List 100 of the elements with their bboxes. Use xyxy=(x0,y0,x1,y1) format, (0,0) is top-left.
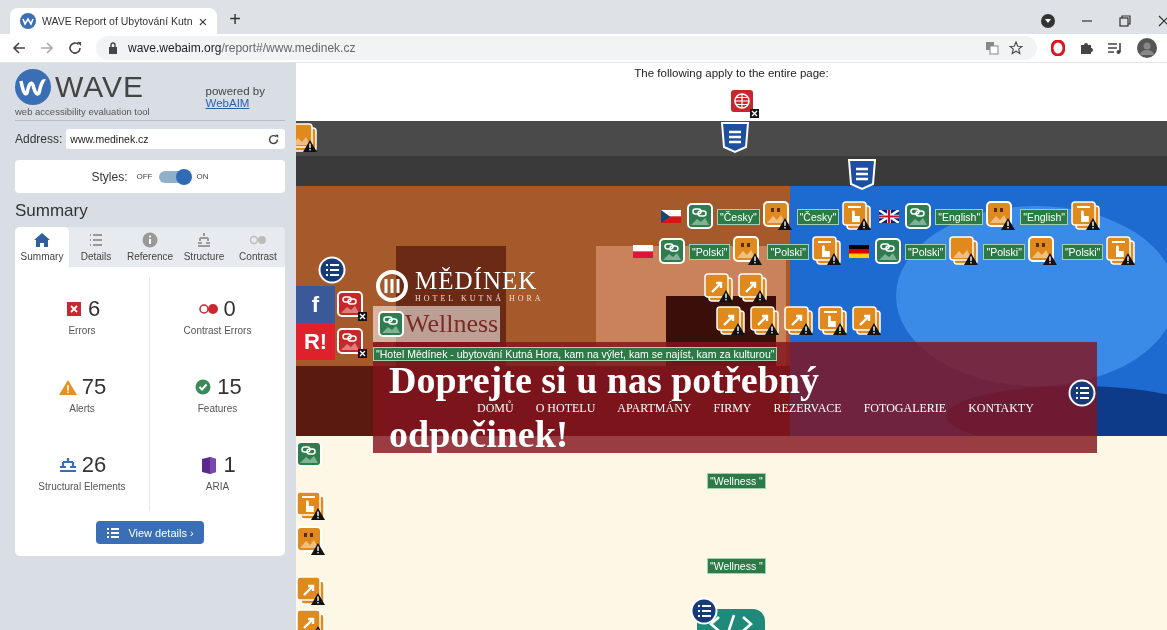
panel-tab[interactable]: Details xyxy=(69,227,123,267)
wave-logo-text: WAVE xyxy=(55,70,144,104)
quote-alert-icon[interactable] xyxy=(986,201,1018,232)
hand-alert-icon[interactable] xyxy=(1106,236,1138,267)
panel-tab[interactable]: Summary xyxy=(15,227,69,267)
star-icon[interactable] xyxy=(1009,41,1023,55)
image-alert-icon[interactable] xyxy=(296,123,319,154)
link-error-icon[interactable] xyxy=(337,291,368,322)
browser-tab[interactable]: WAVE Report of Ubytování Kutn × xyxy=(10,8,218,34)
panel-tab[interactable]: Reference xyxy=(123,227,177,267)
webaim-link[interactable]: WebAIM xyxy=(205,97,265,109)
arrow-alert-icon[interactable] xyxy=(738,273,769,304)
info-icon xyxy=(141,232,159,248)
stat-label: Contrast Errors xyxy=(183,325,252,336)
shield-list-icon[interactable] xyxy=(847,158,877,191)
playlist-icon[interactable] xyxy=(1107,41,1123,55)
list-icon xyxy=(87,232,105,248)
summary-heading: Summary xyxy=(15,201,89,221)
nav-link[interactable]: REZERVACE xyxy=(773,400,842,416)
link-error-icon[interactable] xyxy=(337,328,368,359)
globe-error-icon[interactable] xyxy=(729,88,760,119)
link-image-icon[interactable] xyxy=(378,311,405,338)
hotel-logo-icon xyxy=(375,268,409,303)
stat-count: 0 xyxy=(223,296,236,322)
hand-alert-icon[interactable] xyxy=(818,306,849,337)
avatar-icon[interactable] xyxy=(1137,38,1157,58)
shield-list-icon[interactable] xyxy=(720,121,750,154)
arrow-alert-icon[interactable] xyxy=(750,306,781,337)
lock-icon xyxy=(108,42,118,54)
restore-icon[interactable] xyxy=(1119,15,1131,27)
arrow-alert-icon[interactable] xyxy=(296,576,327,607)
arrow-alert-icon[interactable] xyxy=(704,273,735,304)
close-tab-button[interactable]: × xyxy=(198,12,208,30)
banner-heading: Doprejte si u nas potřebný xyxy=(389,361,819,399)
quote-alert-icon[interactable] xyxy=(1027,236,1059,267)
nav-link[interactable]: KONTAKTY xyxy=(968,400,1034,416)
new-tab-button[interactable]: + xyxy=(229,8,242,31)
list-icon[interactable] xyxy=(318,256,346,284)
hand-alert-icon[interactable] xyxy=(1071,201,1103,232)
address-label: Address: xyxy=(15,132,63,146)
tree-icon xyxy=(195,232,213,248)
stat-label: Features xyxy=(197,403,238,414)
list-icon[interactable] xyxy=(690,597,718,625)
link-image-icon[interactable] xyxy=(874,238,902,265)
nav-link[interactable]: DOMŮ xyxy=(477,400,514,416)
link-image-icon[interactable] xyxy=(296,441,323,468)
stat-count: 15 xyxy=(217,374,242,400)
wellness-title: Wellness xyxy=(405,309,499,339)
hand-alert-icon[interactable] xyxy=(842,201,874,232)
facebook-button[interactable]: f xyxy=(296,286,335,323)
hand-alert-icon[interactable] xyxy=(296,491,327,522)
flag-icon xyxy=(848,245,869,258)
quote-alert-icon[interactable] xyxy=(296,526,327,557)
rating-button[interactable]: R! xyxy=(296,323,335,360)
stat-label: Errors xyxy=(68,325,96,336)
url-field[interactable]: wave.webaim.org/report#/www.medinek.cz xyxy=(96,36,1037,60)
flag-icon xyxy=(879,210,900,223)
nav-link[interactable]: FOTOGALERIE xyxy=(863,400,947,416)
puzzle-icon[interactable] xyxy=(1079,41,1093,55)
wave-logo-icon xyxy=(20,13,36,29)
translate-icon[interactable] xyxy=(985,41,999,55)
stat-count: 1 xyxy=(223,452,236,478)
styles-toggle[interactable] xyxy=(158,170,191,183)
styles-label: Styles: xyxy=(91,169,128,184)
arrow-alert-icon[interactable] xyxy=(716,306,747,337)
reload-icon[interactable] xyxy=(268,133,279,145)
quote-alert-icon[interactable] xyxy=(762,201,794,232)
stat-count: 26 xyxy=(81,452,107,478)
reload-icon[interactable] xyxy=(68,41,82,55)
media-icon[interactable] xyxy=(1041,14,1055,28)
hierarchy-icon xyxy=(57,456,78,474)
link-image-icon[interactable] xyxy=(905,203,933,230)
link-image-icon[interactable] xyxy=(659,238,686,265)
hotel-subtitle: HOTEL KUTNÁ HORA xyxy=(415,294,544,303)
stat-label: Structural Elements xyxy=(38,481,126,492)
arrow-alert-icon[interactable] xyxy=(852,306,883,337)
stat-count: 6 xyxy=(87,296,101,322)
back-icon[interactable] xyxy=(12,41,26,55)
arrow-alert-icon[interactable] xyxy=(784,306,815,337)
list-icon[interactable] xyxy=(1068,379,1096,407)
stat-label: Alerts xyxy=(69,403,95,414)
powered-by-text: powered by xyxy=(205,85,265,97)
nav-link[interactable]: FIRMY xyxy=(713,400,752,416)
hand-alert-icon[interactable] xyxy=(811,236,843,267)
link-image-icon[interactable] xyxy=(687,203,714,230)
close-icon[interactable] xyxy=(1157,15,1167,27)
stat-label: ARIA xyxy=(205,481,230,492)
address-field[interactable]: www.medinek.cz xyxy=(66,129,285,149)
home-icon xyxy=(33,232,51,248)
quote-alert-icon[interactable] xyxy=(733,236,765,267)
nav-link[interactable]: APARTMÁNY xyxy=(617,400,692,416)
image-alert-icon[interactable] xyxy=(949,236,981,267)
nav-link[interactable]: O HOTELU xyxy=(535,400,596,416)
opera-icon[interactable] xyxy=(1051,40,1065,56)
view-details-button[interactable]: View details › xyxy=(96,521,204,544)
list-icon xyxy=(106,526,121,539)
panel-tab[interactable]: Structure xyxy=(177,227,231,267)
panel-tab[interactable]: Contrast xyxy=(231,227,285,267)
notice-text: The following apply to the entire page: xyxy=(634,67,829,79)
alt-text-label: "Hotel Mědínek - ubytování Kutná Hora, kam na výlet, kam se najíst, kam za kulturou" xyxy=(373,347,778,361)
